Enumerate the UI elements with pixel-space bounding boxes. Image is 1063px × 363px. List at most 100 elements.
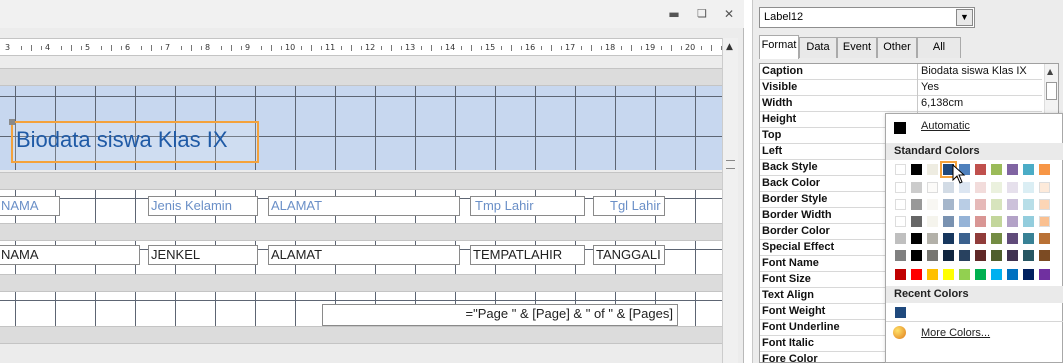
color-swatch-shade[interactable] xyxy=(895,216,906,227)
color-swatch-shade[interactable] xyxy=(895,199,906,210)
move-handle[interactable] xyxy=(9,119,15,125)
tab-event[interactable]: Event xyxy=(837,37,877,58)
color-swatch[interactable] xyxy=(1039,269,1050,280)
automatic-option[interactable]: Automatic xyxy=(921,120,970,132)
tab-other[interactable]: Other xyxy=(877,37,917,58)
color-swatch[interactable] xyxy=(895,269,906,280)
detail-field-alamat[interactable]: ALAMAT xyxy=(268,245,460,265)
color-swatch-shade[interactable] xyxy=(927,216,938,227)
color-swatch-shade[interactable] xyxy=(975,182,986,193)
color-swatch-shade[interactable] xyxy=(1023,233,1034,244)
header-label-alamat[interactable]: ALAMAT xyxy=(268,196,460,216)
scroll-thumb[interactable] xyxy=(1046,82,1057,100)
color-swatch[interactable] xyxy=(943,269,954,280)
color-swatch-shade[interactable] xyxy=(1039,250,1050,261)
color-swatch-shade[interactable] xyxy=(1039,199,1050,210)
color-swatch-shade[interactable] xyxy=(975,216,986,227)
color-swatch-shade[interactable] xyxy=(911,216,922,227)
color-swatch-shade[interactable] xyxy=(975,233,986,244)
color-swatch[interactable] xyxy=(1039,164,1050,175)
detail-field-nama[interactable]: NAMA xyxy=(0,245,140,265)
color-swatch[interactable] xyxy=(1023,164,1034,175)
color-swatch-shade[interactable] xyxy=(991,199,1002,210)
color-swatch[interactable] xyxy=(911,269,922,280)
property-row[interactable]: Caption Biodata siswa Klas IX xyxy=(760,64,1042,80)
color-swatch-shade[interactable] xyxy=(943,199,954,210)
header-label-nama[interactable]: NAMA xyxy=(0,196,60,216)
color-swatch-shade[interactable] xyxy=(1007,250,1018,261)
color-swatch-shade[interactable] xyxy=(975,199,986,210)
property-row[interactable]: Width 6,138cm xyxy=(760,96,1042,112)
close-icon[interactable]: ✕ xyxy=(719,6,739,22)
color-swatch-shade[interactable] xyxy=(1023,250,1034,261)
color-swatch-shade[interactable] xyxy=(1023,182,1034,193)
color-swatch-shade[interactable] xyxy=(1039,233,1050,244)
color-swatch-shade[interactable] xyxy=(959,216,970,227)
color-swatch[interactable] xyxy=(1007,164,1018,175)
color-swatch-shade[interactable] xyxy=(991,250,1002,261)
color-swatch-shade[interactable] xyxy=(927,182,938,193)
more-colors-option[interactable]: More Colors... xyxy=(921,327,990,339)
detail-field-jenkel[interactable]: JENKEL xyxy=(148,245,258,265)
header-label-tmp-lahir[interactable]: Tmp Lahir xyxy=(470,196,585,216)
property-value[interactable]: Biodata siswa Klas IX xyxy=(921,65,1041,77)
color-swatch-shade[interactable] xyxy=(895,233,906,244)
scroll-grip-icon[interactable] xyxy=(726,160,735,169)
color-swatch[interactable] xyxy=(991,164,1002,175)
color-swatch-shade[interactable] xyxy=(943,250,954,261)
color-swatch-shade[interactable] xyxy=(911,233,922,244)
color-swatch-shade[interactable] xyxy=(975,250,986,261)
color-swatch[interactable] xyxy=(975,269,986,280)
automatic-color-swatch[interactable] xyxy=(894,122,906,134)
color-swatch-shade[interactable] xyxy=(991,233,1002,244)
color-swatch-shade[interactable] xyxy=(1007,199,1018,210)
color-swatch-shade[interactable] xyxy=(959,250,970,261)
scroll-up-icon[interactable]: ▲ xyxy=(1047,67,1053,76)
color-swatch[interactable] xyxy=(975,164,986,175)
color-swatch[interactable] xyxy=(1023,269,1034,280)
color-swatch-shade[interactable] xyxy=(959,199,970,210)
restore-icon[interactable]: ❏ xyxy=(692,6,712,22)
color-swatch-shade[interactable] xyxy=(1023,216,1034,227)
color-swatch-shade[interactable] xyxy=(1007,233,1018,244)
color-swatch-shade[interactable] xyxy=(911,199,922,210)
color-swatch-shade[interactable] xyxy=(991,216,1002,227)
color-swatch-shade[interactable] xyxy=(911,250,922,261)
color-swatch[interactable] xyxy=(959,269,970,280)
color-swatch-shade[interactable] xyxy=(1039,216,1050,227)
detail-field-tanggal[interactable]: TANGGALI xyxy=(593,245,665,265)
color-swatch-shade[interactable] xyxy=(911,182,922,193)
recent-color-swatch[interactable] xyxy=(895,307,906,318)
color-swatch[interactable] xyxy=(911,164,922,175)
report-header-section[interactable]: Biodata siswa Klas IX xyxy=(0,86,722,170)
tab-all[interactable]: All xyxy=(917,37,961,58)
color-swatch-shade[interactable] xyxy=(927,199,938,210)
object-selector[interactable]: Label12 ▼ xyxy=(759,7,975,28)
color-swatch-shade[interactable] xyxy=(1023,199,1034,210)
color-swatch[interactable] xyxy=(991,269,1002,280)
property-row[interactable]: Visible Yes xyxy=(760,80,1042,96)
color-swatch[interactable] xyxy=(927,164,938,175)
color-swatch-shade[interactable] xyxy=(895,250,906,261)
page-header-band[interactable] xyxy=(0,172,722,190)
detail-field-tempatlahir[interactable]: TEMPATLAHIR xyxy=(470,245,585,265)
color-swatch-shade[interactable] xyxy=(1007,216,1018,227)
header-label-tgl-lahir[interactable]: Tgl Lahir xyxy=(593,196,665,216)
vertical-scrollbar[interactable]: ▲ xyxy=(722,38,738,363)
page-number-expression[interactable]: ="Page " & [Page] & " of " & [Pages] xyxy=(322,304,678,326)
color-swatch-shade[interactable] xyxy=(1039,182,1050,193)
color-swatch-shade[interactable] xyxy=(895,182,906,193)
color-swatch[interactable] xyxy=(1007,269,1018,280)
tab-data[interactable]: Data xyxy=(799,37,837,58)
color-swatch-shade[interactable] xyxy=(959,233,970,244)
color-swatch-shade[interactable] xyxy=(927,250,938,261)
color-swatch-shade[interactable] xyxy=(943,216,954,227)
chevron-down-icon[interactable]: ▼ xyxy=(956,9,973,26)
tab-format[interactable]: Format xyxy=(759,35,799,59)
color-swatch[interactable] xyxy=(895,164,906,175)
report-footer-band[interactable] xyxy=(0,326,722,344)
report-header-band[interactable] xyxy=(0,68,722,86)
property-value[interactable]: Yes xyxy=(921,81,1041,93)
page-footer-band[interactable] xyxy=(0,274,722,292)
color-swatch-shade[interactable] xyxy=(1007,182,1018,193)
